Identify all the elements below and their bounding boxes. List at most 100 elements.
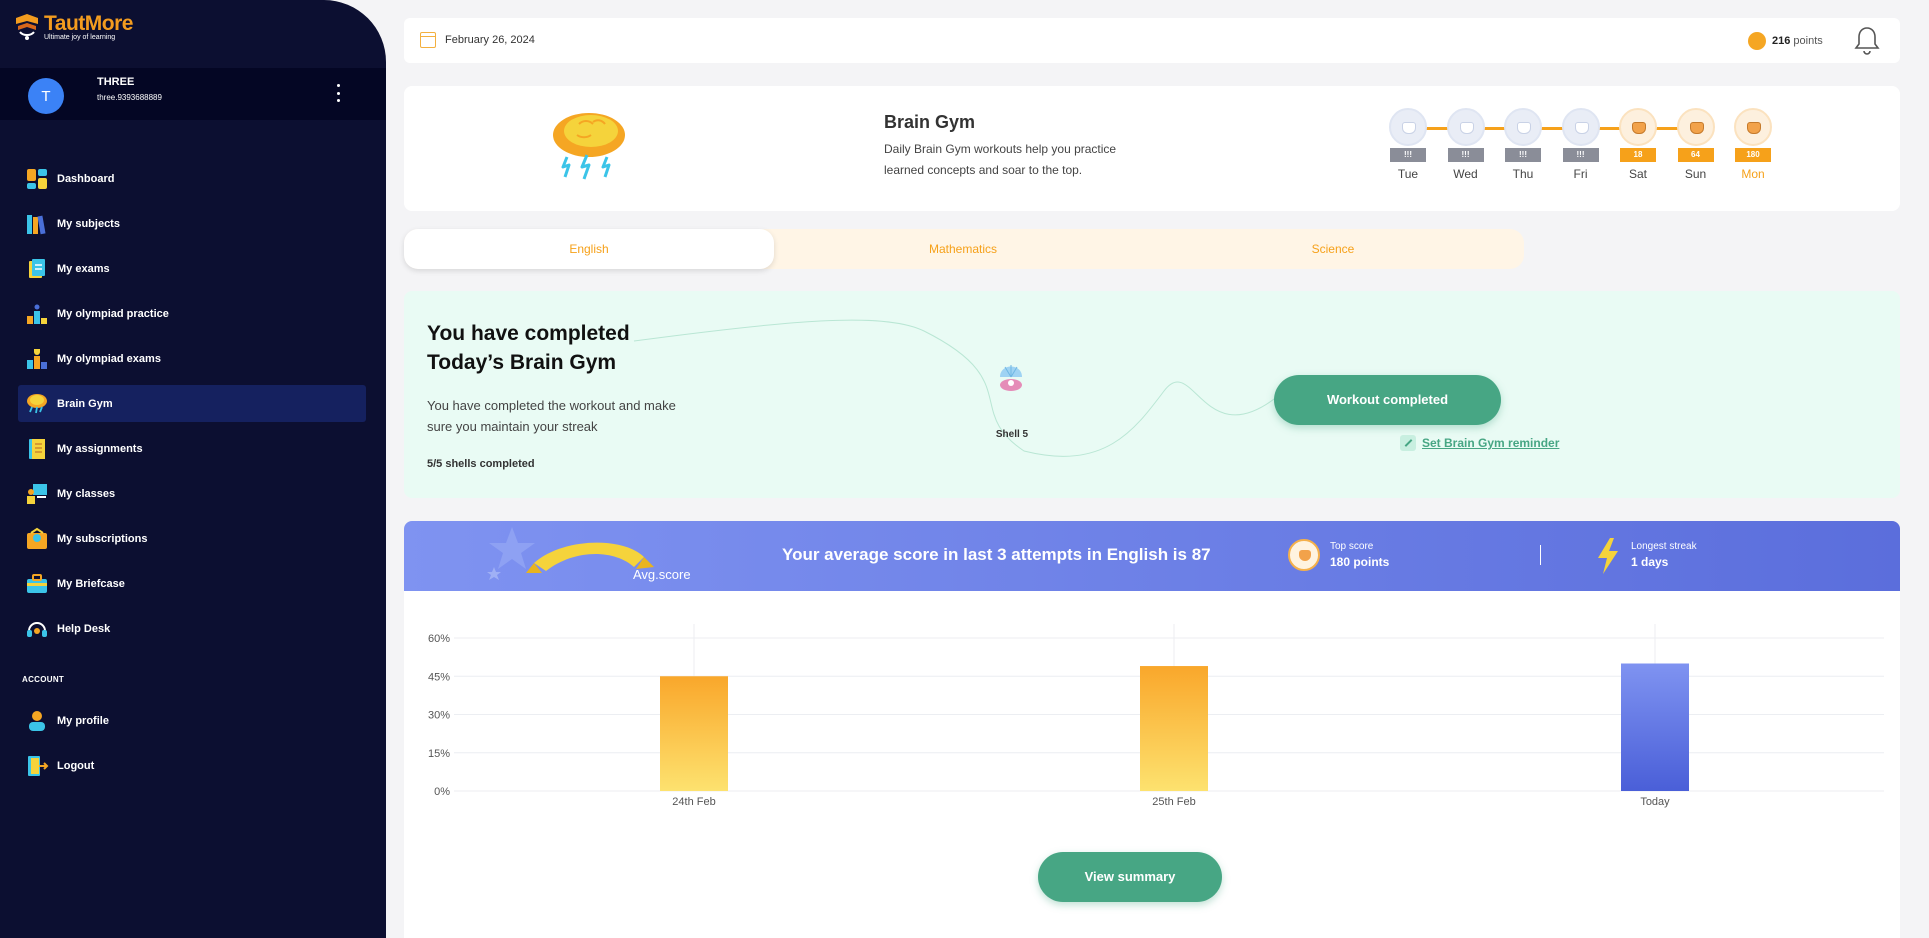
set-reminder-link[interactable]: Set Brain Gym reminder: [1400, 435, 1559, 451]
streak-day-score: 64: [1677, 148, 1714, 162]
streak-day-label: Fri: [1573, 167, 1588, 181]
streak-badge-icon: [1619, 108, 1657, 146]
streak-day-score: 180: [1735, 148, 1771, 162]
y-tick-label: 0%: [434, 786, 450, 798]
trophy-podium-icon: [27, 348, 47, 369]
brain-gym-header-card: Brain Gym Daily Brain Gym workouts help …: [404, 86, 1900, 211]
sidebar-item-brain-gym[interactable]: Brain Gym: [18, 385, 366, 422]
more-options-icon[interactable]: [330, 82, 346, 104]
sidebar-item-logout[interactable]: Logout: [18, 747, 366, 784]
average-score-headline: Your average score in last 3 attempts in…: [782, 545, 1211, 564]
y-tick-label: 45%: [428, 671, 450, 683]
notification-bell-icon[interactable]: [1853, 25, 1881, 57]
sidebar-item-label: My classes: [57, 487, 116, 500]
streak-badge-icon: [1676, 108, 1715, 146]
sidebar-item-label: Brain Gym: [57, 397, 113, 410]
bar-today[interactable]: [1621, 663, 1689, 792]
account-nav: My profile Logout: [18, 702, 366, 792]
sidebar-item-label: My subjects: [57, 217, 120, 230]
tab-mathematics[interactable]: Mathematics: [778, 229, 1148, 269]
points-value: 216: [1772, 35, 1791, 47]
coin-icon: [1748, 32, 1766, 50]
streak-day-fri: !!! Fri: [1561, 108, 1601, 181]
x-tick-label: 24th Feb: [672, 796, 715, 808]
streak-badge-icon: [1446, 108, 1485, 146]
shell-icon: [1000, 365, 1022, 391]
dashboard-icon: [27, 168, 47, 189]
longest-streak-value: 1 days: [1631, 555, 1669, 569]
view-summary-button[interactable]: View summary: [1038, 852, 1222, 902]
streak-badge-icon: [1734, 108, 1772, 146]
user-name: THREE: [97, 76, 135, 88]
workout-completed-card: You have completed Today’s Brain Gym You…: [404, 291, 1900, 498]
streak-day-sun: 64 Sun: [1676, 108, 1716, 181]
sidebar-item-label: My subscriptions: [57, 532, 148, 545]
streak-badge-icon: [1504, 108, 1542, 146]
sidebar-item-my-profile[interactable]: My profile: [18, 702, 366, 739]
streak-badge-icon: [1389, 108, 1427, 146]
brand-title: TautMore: [44, 12, 133, 35]
avatar[interactable]: T: [28, 78, 64, 114]
top-score-label: Top score: [1330, 541, 1374, 552]
podium-practice-icon: [27, 304, 47, 324]
sidebar-item-my-assignments[interactable]: My assignments: [18, 430, 366, 467]
classroom-icon: [27, 483, 47, 504]
completion-title: You have completed Today’s Brain Gym: [427, 322, 630, 374]
score-bar-chart: 0% 15% 30% 45% 60% 24th Feb 25th Feb Today: [428, 624, 1884, 808]
streak-day-score: !!!: [1390, 148, 1426, 162]
sidebar-item-my-subjects[interactable]: My subjects: [18, 205, 366, 242]
x-tick-label: Today: [1640, 796, 1670, 808]
sidebar-item-label: My exams: [57, 262, 110, 275]
sidebar-item-olympiad-exams[interactable]: My olympiad exams: [18, 340, 366, 377]
y-tick-label: 60%: [428, 633, 450, 645]
current-date: February 26, 2024: [445, 34, 535, 46]
sidebar-nav: Dashboard My subjects My exams My olympi…: [18, 160, 366, 655]
logout-icon: [28, 755, 49, 776]
headset-icon: [27, 621, 47, 637]
sidebar-item-my-classes[interactable]: My classes: [18, 475, 366, 512]
top-score-value: 180 points: [1330, 555, 1390, 569]
bar-24th-feb[interactable]: [660, 676, 728, 791]
brain-gym-illustration-icon: [553, 113, 625, 180]
tab-english[interactable]: English: [404, 229, 774, 269]
briefcase-icon: [27, 573, 47, 593]
exam-paper-icon: [29, 258, 45, 278]
streak-day-label: Sun: [1684, 167, 1707, 181]
sidebar-item-my-briefcase[interactable]: My Briefcase: [18, 565, 366, 602]
pencil-icon: [1400, 435, 1416, 451]
tab-science[interactable]: Science: [1148, 229, 1518, 269]
profile-icon: [29, 710, 45, 731]
streak-day-score: !!!: [1447, 148, 1484, 162]
sidebar-item-label: My assignments: [57, 442, 143, 455]
notebook-icon: [29, 438, 45, 459]
subscription-icon: [27, 527, 47, 549]
sidebar-item-olympiad-practice[interactable]: My olympiad practice: [18, 295, 366, 332]
streak-day-label: Wed: [1453, 167, 1478, 181]
shells-completed: 5/5 shells completed: [427, 458, 535, 470]
reminder-label: Set Brain Gym reminder: [1422, 436, 1560, 450]
sidebar-item-dashboard[interactable]: Dashboard: [18, 160, 366, 197]
points-display: 216 points: [1772, 35, 1823, 47]
sidebar-item-label: My profile: [57, 714, 109, 727]
sidebar-item-my-subscriptions[interactable]: My subscriptions: [18, 520, 366, 557]
streak-badge-icon: [1561, 108, 1600, 146]
sidebar-item-help-desk[interactable]: Help Desk: [18, 610, 366, 647]
streak-day-label: Sat: [1628, 167, 1647, 181]
streak-day-label: Thu: [1512, 167, 1534, 181]
sidebar-item-label: Dashboard: [57, 172, 115, 185]
workout-completed-button[interactable]: Workout completed: [1274, 375, 1501, 425]
user-profile-bar: T THREE three.9393688889: [0, 68, 386, 120]
avg-score-label: Avg.score: [633, 567, 691, 582]
bar-25th-feb[interactable]: [1140, 666, 1208, 791]
user-id: three.9393688889: [97, 93, 162, 102]
streak-day-tue: !!! Tue: [1388, 108, 1428, 181]
brand-tagline: Ultimate joy of learning: [44, 34, 116, 41]
sidebar-item-my-exams[interactable]: My exams: [18, 250, 366, 287]
brand-logo[interactable]: TautMore Ultimate joy of learning: [14, 12, 133, 42]
calendar-icon: [420, 32, 436, 48]
score-banner: Avg.score Your average score in last 3 a…: [404, 521, 1900, 591]
account-heading: ACCOUNT: [22, 675, 65, 684]
streak-day-label: Tue: [1397, 167, 1419, 181]
streak-day-score: 18: [1620, 148, 1656, 162]
top-bar: February 26, 2024 216 points: [404, 18, 1900, 63]
